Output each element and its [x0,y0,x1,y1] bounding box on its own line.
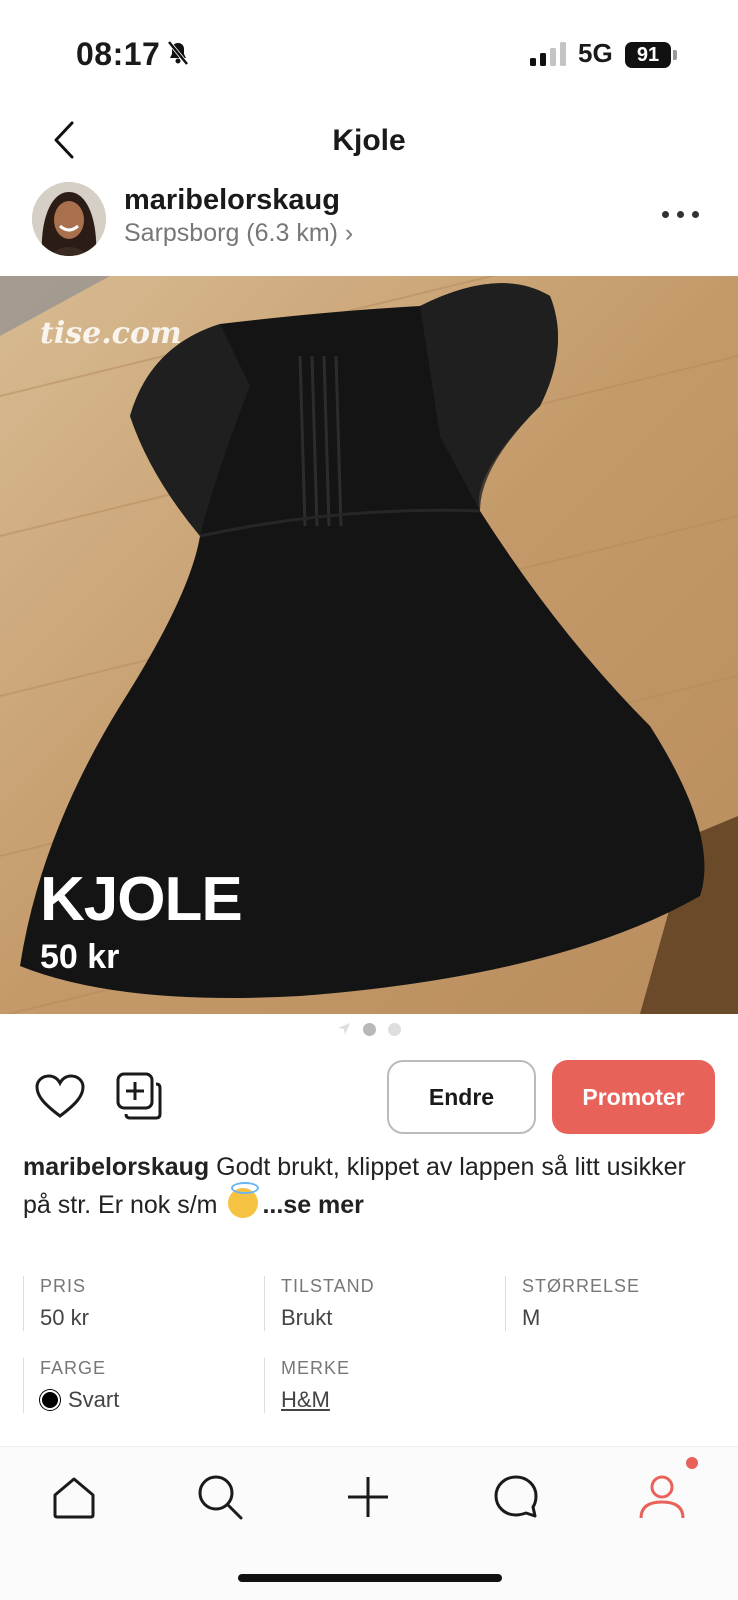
dot-icon [677,210,684,218]
product-image[interactable]: tise.com KJOLE 50 kr [0,276,738,1014]
image-title: KJOLE [40,865,243,934]
tab-home[interactable] [44,1467,104,1527]
notification-badge [686,1457,698,1469]
description: maribelorskaug Godt brukt, klippet av la… [23,1148,713,1224]
promote-button[interactable]: Promoter [552,1060,715,1134]
detail-label: PRIS [40,1276,87,1296]
profile-icon [639,1475,685,1519]
brand-link[interactable]: H&M [281,1387,350,1413]
battery-icon: 91 [625,42,671,68]
detail-label: STØRRELSE [522,1276,641,1296]
tab-search[interactable] [190,1467,250,1527]
detail-value: Brukt [281,1305,333,1330]
add-to-collection-icon[interactable] [114,1072,164,1122]
status-time: 08:17 [76,36,161,72]
detail-condition: TILSTAND Brukt [264,1276,375,1331]
edit-button[interactable]: Endre [387,1060,536,1134]
detail-value: Svart [68,1387,120,1412]
detail-size: STØRRELSE M [505,1276,640,1331]
network-label: 5G [578,38,613,68]
chat-bubble-icon [494,1475,538,1518]
battery-tip [673,50,677,60]
page-dot-1[interactable] [363,1022,376,1036]
detail-label: FARGE [40,1358,107,1378]
signal-icon [530,42,566,66]
watermark: tise.com [40,316,182,351]
search-icon [198,1475,243,1520]
image-price: 50 kr [40,938,120,976]
detail-label: TILSTAND [281,1276,375,1296]
detail-brand: MERKE H&M [264,1358,350,1413]
see-more-link[interactable]: ...se mer [262,1191,363,1219]
image-pagination [0,1022,738,1036]
tab-profile[interactable] [632,1467,692,1527]
status-bar: 08:17 5G 91 [0,0,738,100]
description-username[interactable]: maribelorskaug [23,1153,209,1181]
plus-icon [348,1477,388,1517]
seller-username[interactable]: maribelorskaug [124,184,340,217]
seller-location[interactable]: Sarpsborg (6.3 km) › [124,219,353,248]
dot-icon [662,210,669,218]
avatar-photo [32,182,106,256]
detail-price: PRIS 50 kr [23,1276,89,1331]
detail-label: MERKE [281,1358,351,1378]
home-icon [53,1477,95,1519]
dot-icon [692,210,699,218]
detail-color: FARGE Svart [23,1358,119,1413]
heart-icon[interactable] [34,1074,86,1120]
location-arrow-icon [338,1023,350,1035]
bell-muted-icon [167,40,189,66]
tab-add[interactable] [338,1467,398,1527]
detail-value: 50 kr [40,1305,89,1330]
page-dot-2[interactable] [388,1022,401,1036]
more-options-button[interactable] [662,204,706,224]
home-indicator[interactable] [238,1574,502,1582]
tab-messages[interactable] [486,1467,546,1527]
seller-avatar[interactable] [32,182,106,256]
color-swatch-icon [40,1390,60,1410]
detail-value: M [522,1305,541,1330]
angel-emoji-icon [228,1182,260,1218]
page-title: Kjole [332,124,406,157]
